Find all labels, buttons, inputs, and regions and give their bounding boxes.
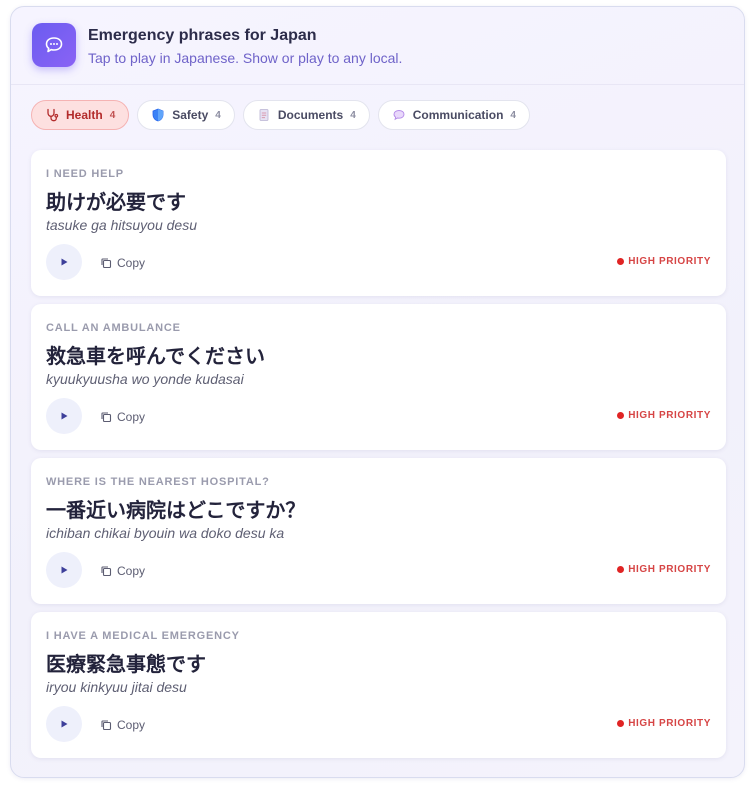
priority-dot-icon [617,566,625,573]
page-title: Emergency phrases for Japan [88,27,317,44]
copy-button-label: Copy [117,718,146,732]
emergency-phrases-panel: Emergency phrases for Japan Tap to play … [10,6,745,778]
tab-health-label: Health [66,108,103,122]
page-subtitle: Tap to play in Japanese. Show or play to… [88,50,403,66]
copy-button-label: Copy [117,256,146,270]
tab-documents-label: Documents [277,108,344,122]
play-icon [61,566,68,574]
phrase-romaji: kyuukyuusha wo yonde kudasai [46,371,244,387]
priority-label: HIGH PRIORITY [628,410,711,421]
play-icon [61,258,68,266]
play-audio-button[interactable] [46,706,82,742]
tab-documents-count: 4 [350,109,356,121]
shield-icon [151,108,165,122]
copy-icon [101,258,112,269]
tab-health-count: 4 [109,109,116,121]
play-audio-button[interactable] [46,552,82,588]
phrase-english-label: CALL AN AMBULANCE [46,322,181,334]
category-tabs: Health 4 Safety 4 Documents 4 Communicat… [31,100,530,130]
copy-button-label: Copy [117,564,146,578]
copy-button-label: Copy [117,410,146,424]
tab-safety[interactable]: Safety 4 [137,100,235,130]
priority-badge: HIGH PRIORITY [617,256,711,267]
copy-button[interactable]: Copy [100,716,145,734]
phrase-japanese: 一番近い病院はどこですか？ [46,498,306,522]
phrase-list: I NEED HELP 助けが必要です tasuke ga hitsuyou d… [31,150,726,766]
tab-safety-label: Safety [172,108,209,122]
priority-label: HIGH PRIORITY [628,256,711,267]
phrase-english-label: I NEED HELP [46,168,124,180]
phrase-card: I NEED HELP 助けが必要です tasuke ga hitsuyou d… [31,150,726,296]
copy-button[interactable]: Copy [100,408,145,426]
phrase-english-label: WHERE IS THE NEAREST HOSPITAL? [46,476,270,488]
priority-badge: HIGH PRIORITY [617,718,711,729]
priority-badge: HIGH PRIORITY [617,410,711,421]
priority-dot-icon [617,720,625,727]
phrase-card: I HAVE A MEDICAL EMERGENCY 医療緊急事態です iryo… [31,612,726,758]
phrase-japanese: 医療緊急事態です [46,652,206,676]
priority-badge: HIGH PRIORITY [617,564,711,575]
priority-dot-icon [617,258,625,265]
priority-label: HIGH PRIORITY [628,564,711,575]
copy-button[interactable]: Copy [100,562,145,580]
phrase-japanese: 助けが必要です [46,190,186,214]
copy-button[interactable]: Copy [100,254,145,272]
stethoscope-icon [45,108,59,122]
priority-dot-icon [617,412,625,419]
phrase-card: WHERE IS THE NEAREST HOSPITAL? 一番近い病院はどこ… [31,458,726,604]
speech-bubble-icon [392,108,406,122]
play-audio-button[interactable] [46,398,82,434]
phrase-card: CALL AN AMBULANCE 救急車を呼んでください kyuukyuush… [31,304,726,450]
tab-safety-count: 4 [215,109,221,121]
tab-health[interactable]: Health 4 [31,100,130,130]
phrase-romaji: tasuke ga hitsuyou desu [46,217,197,233]
play-icon [61,412,68,420]
copy-icon [101,566,112,577]
phrase-romaji: ichiban chikai byouin wa doko desu ka [46,525,285,541]
document-icon [257,108,271,122]
tab-communication[interactable]: Communication 4 [377,100,530,130]
play-audio-button[interactable] [46,244,82,280]
copy-icon [101,720,112,731]
chat-bubble-icon [32,23,76,67]
tab-communication-label: Communication [412,108,504,122]
phrase-japanese: 救急車を呼んでください [46,344,265,368]
copy-icon [101,412,112,423]
tab-documents[interactable]: Documents 4 [242,100,370,130]
priority-label: HIGH PRIORITY [628,718,711,729]
phrase-english-label: I HAVE A MEDICAL EMERGENCY [46,630,240,642]
phrase-romaji: iryou kinkyuu jitai desu [46,679,187,695]
play-icon [61,720,68,728]
tab-communication-count: 4 [510,109,516,121]
panel-header: Emergency phrases for Japan Tap to play … [11,7,744,85]
